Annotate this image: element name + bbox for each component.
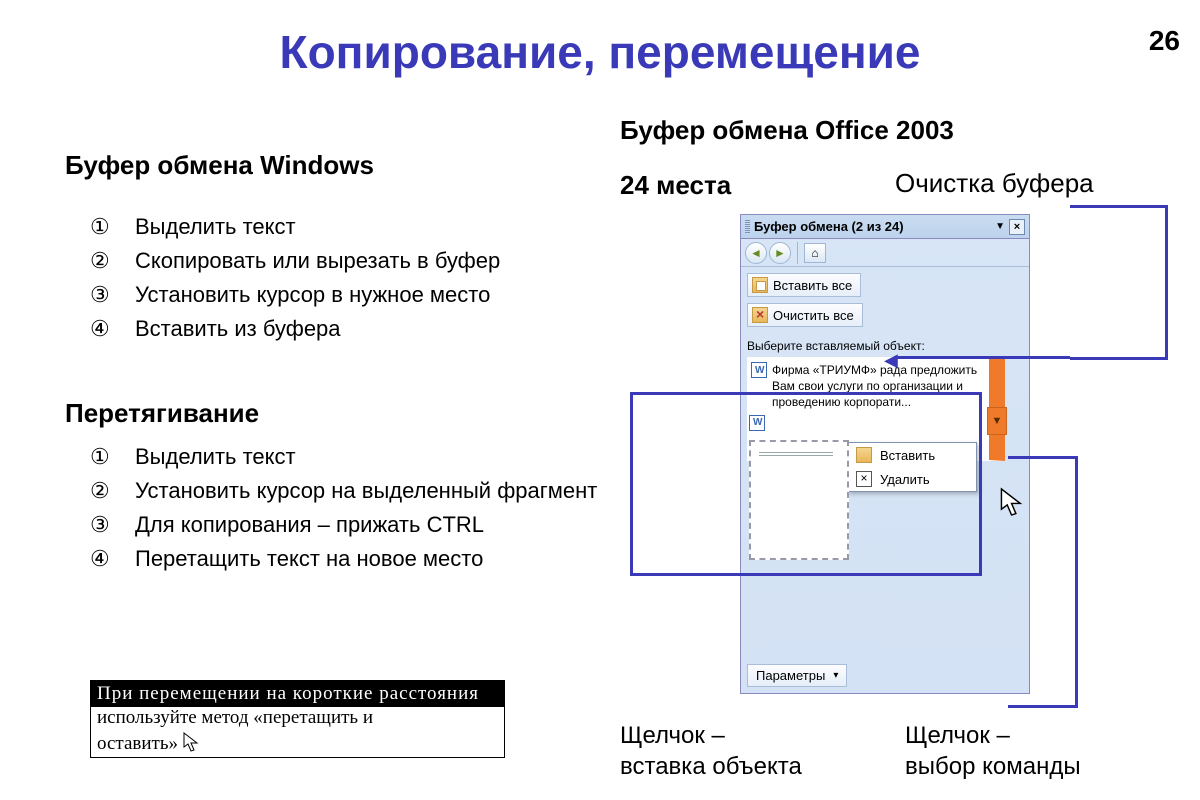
paste-all-button[interactable]: Вставить все	[747, 273, 861, 297]
clear-icon	[752, 307, 768, 323]
list-item: Установить курсор на выделенный фрагмент	[90, 474, 610, 508]
home-button[interactable]: ⌂	[804, 243, 826, 263]
slide-title: Копирование, перемещение	[0, 25, 1200, 79]
drag-steps-list: Выделить текст Установить курсор на выде…	[90, 440, 610, 576]
drag-example-highlight: При перемещении на короткие расстояния	[91, 681, 504, 707]
paste-icon	[752, 277, 768, 293]
pane-title: Буфер обмена (2 из 24)	[754, 219, 904, 234]
drag-example-box: При перемещении на короткие расстояния и…	[90, 680, 505, 758]
button-label: Параметры	[756, 668, 825, 683]
back-button[interactable]: ◄	[745, 242, 767, 264]
clipboard-item-thumb[interactable]	[749, 440, 849, 560]
delete-icon: ×	[856, 471, 872, 487]
button-label: Очистить все	[773, 308, 854, 323]
dropdown-icon[interactable]: ▼	[995, 221, 1005, 232]
word-doc-icon	[751, 362, 767, 378]
clipboard-task-pane: Буфер обмена (2 из 24) ▼ × ◄ ► ⌂ Вставит…	[740, 214, 1030, 694]
clear-all-button[interactable]: Очистить все	[747, 303, 863, 327]
label-clear-buffer: Очистка буфера	[895, 168, 1094, 199]
drag-example-text: используйте метод «перетащить и	[97, 707, 373, 728]
pane-nav: ◄ ► ⌂	[741, 239, 1029, 267]
heading-drag: Перетягивание	[65, 398, 259, 429]
annotation-insert: Щелчок –вставка объекта	[620, 720, 802, 782]
list-item: Выделить текст	[90, 440, 610, 474]
list-item: Установить курсор в нужное место	[90, 278, 590, 312]
context-menu: Вставить × Удалить	[847, 442, 977, 492]
cursor-icon	[183, 732, 201, 758]
context-menu-paste[interactable]: Вставить	[848, 443, 976, 467]
clipboard-item-text: Фирма «ТРИУМФ» рада предложить Вам свои …	[772, 363, 977, 409]
callout-line	[894, 356, 1070, 359]
button-label: Вставить все	[773, 278, 852, 293]
capacity-label: 24 места	[620, 170, 731, 201]
callout-line	[1008, 456, 1078, 459]
list-item: Перетащить текст на новое место	[90, 542, 610, 576]
close-button[interactable]: ×	[1009, 219, 1025, 235]
list-item: Для копирования – прижать CTRL	[90, 508, 610, 542]
heading-windows-clipboard: Буфер обмена Windows	[65, 150, 374, 181]
pane-titlebar: Буфер обмена (2 из 24) ▼ ×	[741, 215, 1029, 239]
separator	[797, 242, 798, 264]
annotation-command: Щелчок –выбор команды	[905, 720, 1081, 782]
arrow-icon: ◀	[884, 350, 898, 371]
windows-steps-list: Выделить текст Скопировать или вырезать …	[90, 210, 590, 346]
list-item: Скопировать или вырезать в буфер	[90, 244, 590, 278]
list-item: Выделить текст	[90, 210, 590, 244]
list-item: Вставить из буфера	[90, 312, 590, 346]
item-dropdown-button[interactable]: ▼	[987, 407, 1007, 435]
drag-example-text: оставить»	[97, 733, 178, 754]
context-menu-delete[interactable]: × Удалить	[848, 467, 976, 491]
forward-button[interactable]: ►	[769, 242, 791, 264]
menu-label: Вставить	[880, 448, 935, 463]
word-doc-icon	[749, 415, 765, 431]
paste-icon	[856, 447, 872, 463]
menu-label: Удалить	[880, 472, 930, 487]
options-button[interactable]: Параметры	[747, 664, 847, 687]
callout-frame	[1070, 205, 1168, 360]
grip-icon	[745, 220, 750, 234]
heading-office-clipboard: Буфер обмена Office 2003	[620, 115, 954, 146]
